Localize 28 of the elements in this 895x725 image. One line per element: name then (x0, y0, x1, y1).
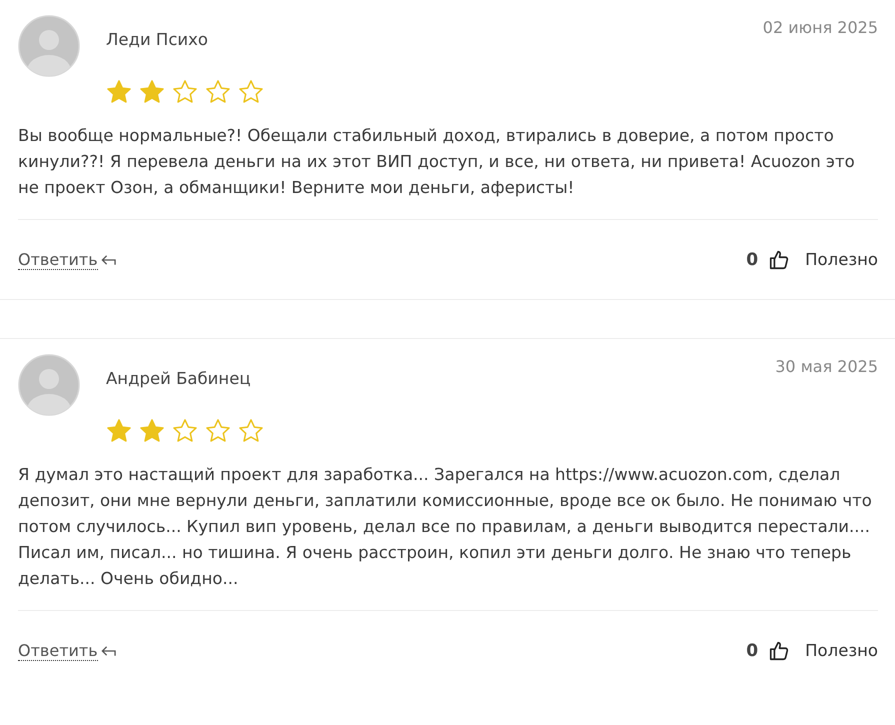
reply-link[interactable]: Ответить (18, 250, 98, 270)
empty-star-icon (172, 418, 198, 444)
avatar-icon (18, 354, 80, 416)
like-count: 0 (746, 640, 758, 660)
review-text: Вы вообще нормальные?! Обещали стабильный доход, втирались в доверие, а потом просто кинули??! Я перевела деньги на их этот ВИП доступ, и все, ни ответа, ни привета! Acuozon это не проект Озон, а обманщики! Верните мои деньги, аферисты! (18, 125, 856, 199)
thumbs-up-icon[interactable] (768, 640, 790, 662)
filled-star-icon (139, 418, 165, 444)
empty-star-icon (205, 418, 231, 444)
useful-label: Полезно (805, 250, 878, 269)
avatar-icon (18, 15, 80, 77)
useful-label: Полезно (805, 641, 878, 660)
reply-link[interactable]: Ответить (18, 640, 98, 660)
review-date: 02 июня 2025 (762, 18, 878, 37)
like-count: 0 (746, 250, 758, 270)
empty-star-icon (172, 79, 198, 105)
filled-star-icon (106, 79, 132, 105)
thumbs-up-icon[interactable] (768, 248, 790, 270)
author-name: Андрей Бабинец (106, 369, 252, 388)
empty-star-icon (238, 79, 264, 105)
author-name: Леди Психо (106, 30, 209, 49)
empty-star-icon (205, 79, 231, 105)
filled-star-icon (106, 418, 132, 444)
empty-star-icon (238, 418, 264, 444)
reply-arrow-icon (100, 644, 116, 656)
reply-arrow-icon (100, 254, 116, 266)
review-text: Я думал это настащий проект для заработка... Зарегался на https://www.acuozon.com, сделал депозит, они мне вернули деньги, заплатили комиссионные, вроде все ок было. Не понимаю что потом случилось... Купил вип уровень, делал все по правилам, а деньги выводится перестали.... Писал им, писал... но тишина. Я очень расстроин, копил эти деньги долго. Не знаю что теперь делать... Очень обидно... (18, 464, 873, 590)
review-date: 30 мая 2025 (775, 357, 878, 376)
filled-star-icon (139, 79, 165, 105)
